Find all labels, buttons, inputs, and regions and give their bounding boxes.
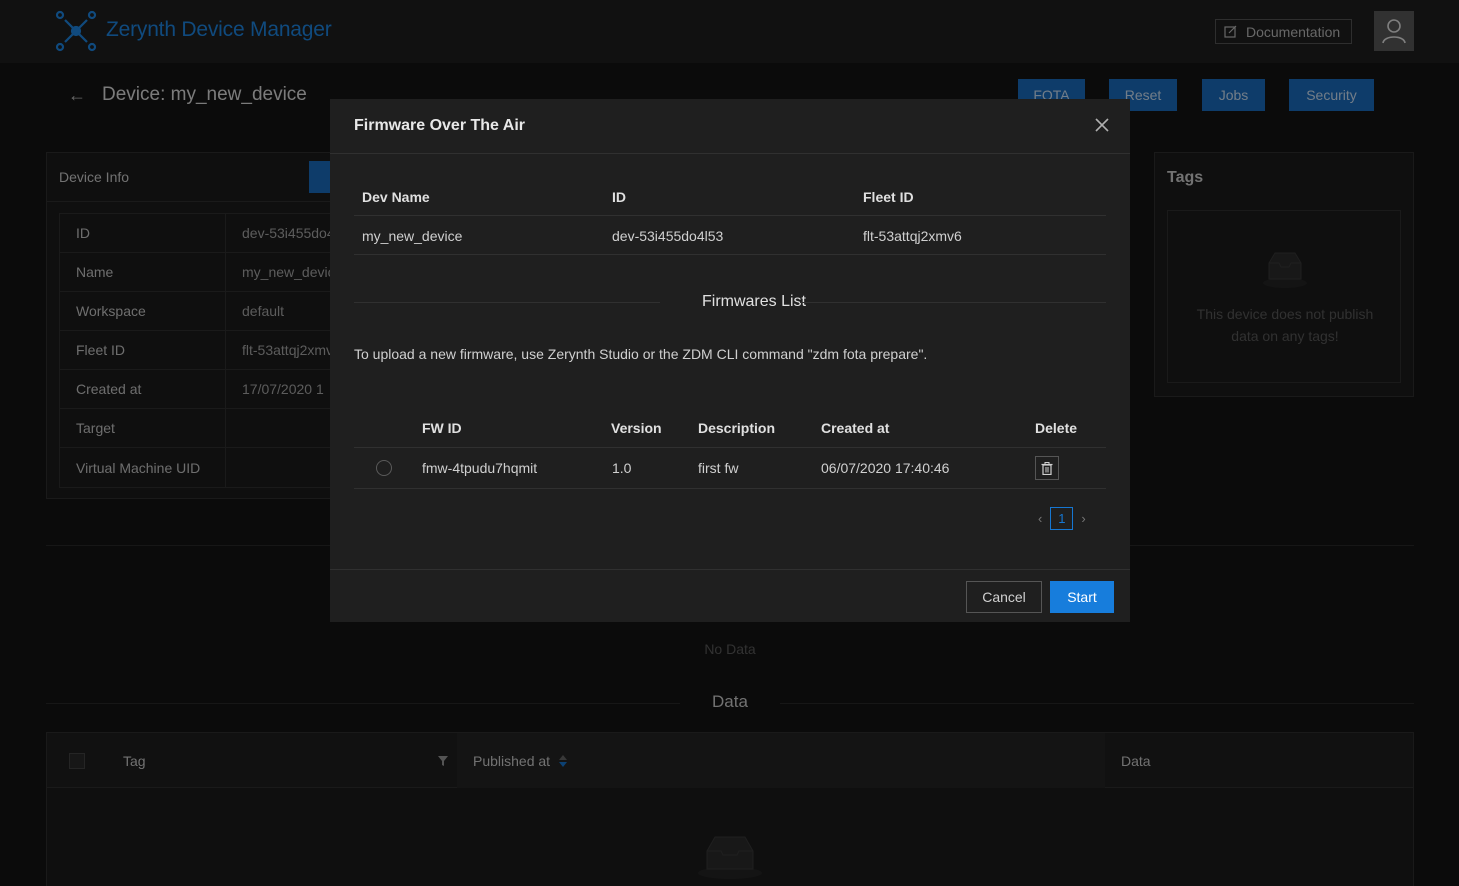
description-cell: first fw bbox=[698, 460, 739, 476]
firmware-row[interactable]: fmw-4tpudu7hqmit 1.0 first fw 06/07/2020… bbox=[354, 448, 1106, 489]
start-button[interactable]: Start bbox=[1050, 581, 1114, 613]
fw-id-cell: fmw-4tpudu7hqmit bbox=[422, 460, 538, 476]
fw-id-header: FW ID bbox=[422, 419, 462, 436]
dev-name-header: Dev Name bbox=[362, 188, 430, 205]
cancel-button[interactable]: Cancel bbox=[966, 581, 1042, 613]
trash-icon bbox=[1041, 461, 1053, 475]
firmwares-list-divider: Firmwares List bbox=[354, 290, 1106, 314]
dev-name-cell: my_new_device bbox=[362, 227, 463, 244]
firmware-table-header: FW ID Version Description Created at Del… bbox=[354, 408, 1106, 448]
modal-title: Firmware Over The Air bbox=[354, 117, 526, 134]
modal-footer: Cancel Start bbox=[330, 569, 1130, 622]
delete-cell bbox=[1035, 448, 1059, 488]
delete-firmware-button[interactable] bbox=[1035, 456, 1059, 480]
device-table-header: Dev Name ID Fleet ID bbox=[354, 177, 1106, 216]
created-at-cell: 06/07/2020 17:40:46 bbox=[821, 460, 950, 476]
fleet-id-header: Fleet ID bbox=[863, 188, 914, 205]
page-1-button[interactable]: 1 bbox=[1050, 506, 1074, 530]
chevron-left-icon[interactable]: ‹ bbox=[1038, 511, 1042, 526]
id-header: ID bbox=[612, 188, 626, 205]
firmware-select-radio[interactable] bbox=[376, 448, 392, 488]
close-icon[interactable] bbox=[1094, 117, 1110, 133]
fleet-id-cell: flt-53attqj2xmv6 bbox=[863, 227, 962, 244]
upload-instructions: To upload a new firmware, use Zerynth St… bbox=[354, 346, 928, 362]
description-header: Description bbox=[698, 419, 776, 436]
version-header: Version bbox=[611, 419, 662, 436]
id-cell: dev-53i455do4l53 bbox=[612, 227, 724, 244]
pagination: ‹ 1 › bbox=[1038, 506, 1086, 530]
chevron-right-icon[interactable]: › bbox=[1081, 511, 1085, 526]
version-cell: 1.0 bbox=[612, 460, 632, 476]
fota-modal: Firmware Over The Air Dev Name ID Fleet … bbox=[330, 99, 1130, 622]
delete-header: Delete bbox=[1035, 419, 1078, 436]
device-table-row: my_new_device dev-53i455do4l53 flt-53att… bbox=[354, 216, 1106, 255]
created-at-header: Created at bbox=[821, 419, 890, 436]
modal-header: Firmware Over The Air bbox=[330, 99, 1130, 154]
